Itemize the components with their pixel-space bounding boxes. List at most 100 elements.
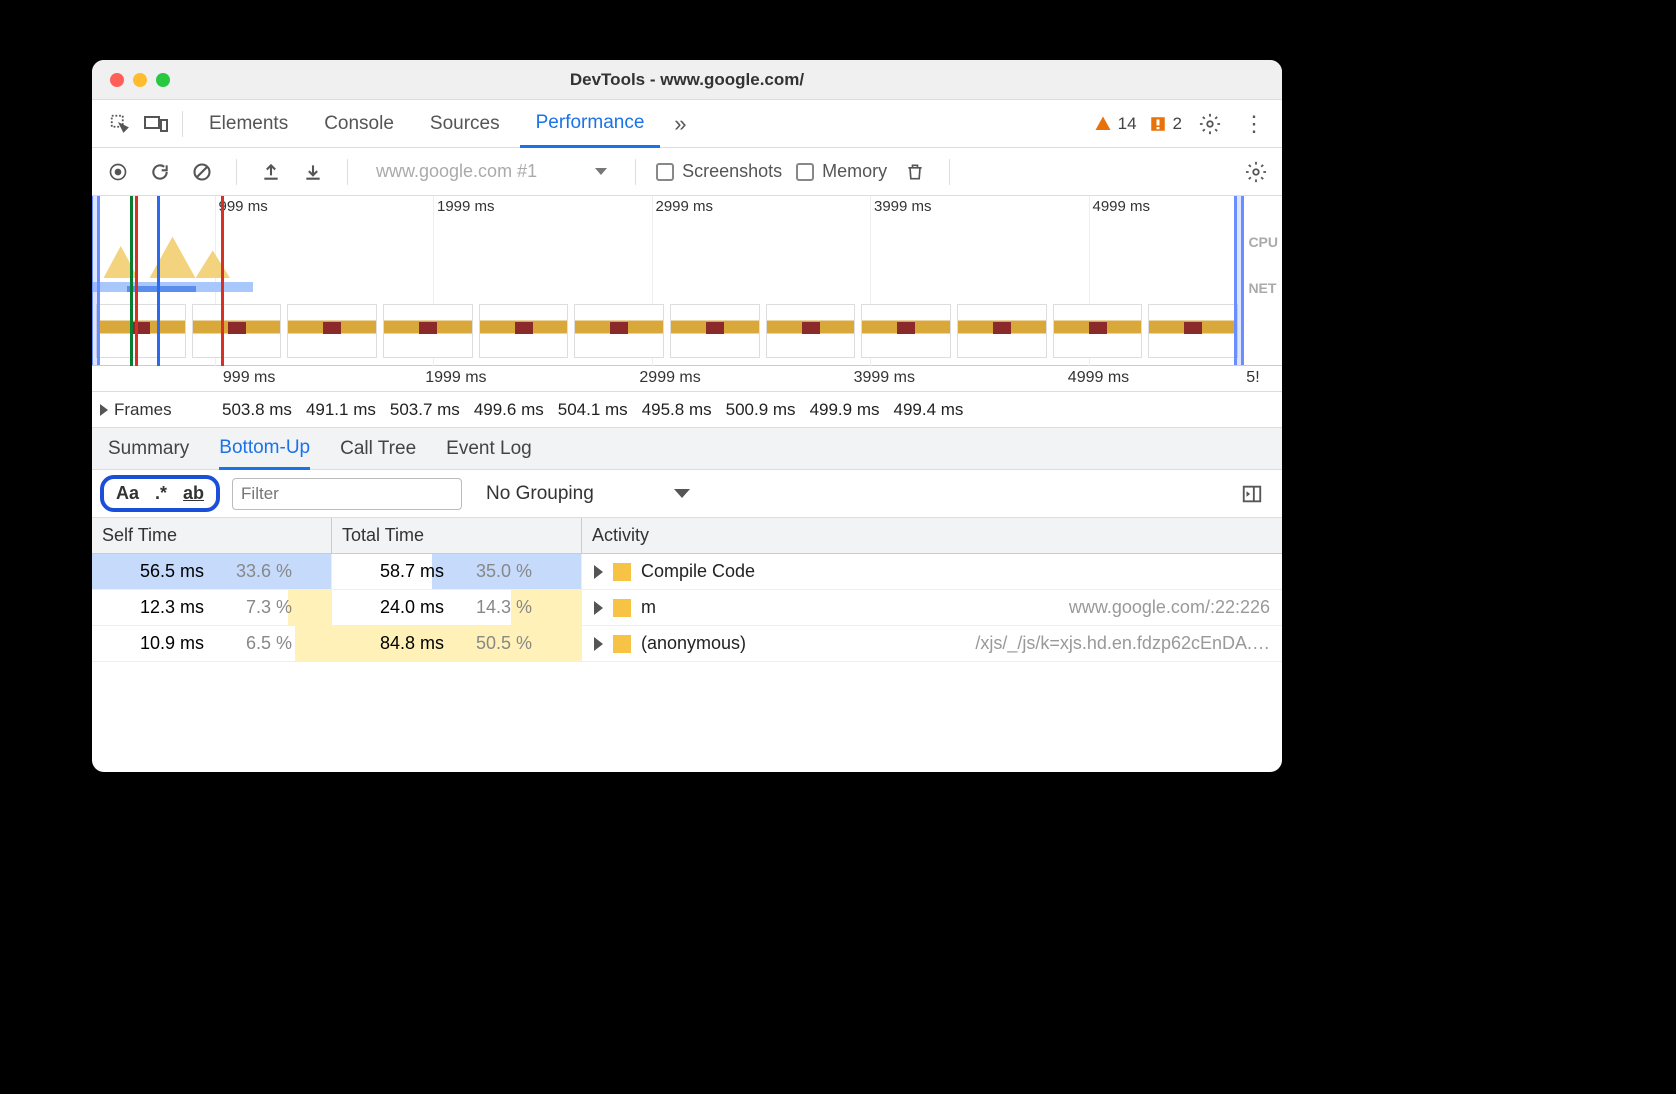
- screenshot-thumb[interactable]: [1148, 304, 1238, 358]
- minimize-window-button[interactable]: [133, 73, 147, 87]
- screenshot-thumb[interactable]: [1053, 304, 1143, 358]
- zoom-window-button[interactable]: [156, 73, 170, 87]
- screenshot-thumb[interactable]: [479, 304, 569, 358]
- tab-console[interactable]: Console: [308, 100, 410, 147]
- inspect-element-icon[interactable]: [104, 108, 136, 140]
- clear-button[interactable]: [188, 158, 216, 186]
- range-handle-start[interactable]: [92, 196, 100, 365]
- activity-name: (anonymous): [641, 633, 746, 654]
- table-row[interactable]: 56.5 ms33.6 %58.7 ms35.0 %Compile Code: [92, 554, 1282, 590]
- divider: [949, 159, 950, 185]
- warnings-badge[interactable]: 14: [1094, 114, 1137, 134]
- timing-marker: [157, 196, 160, 366]
- frames-label: Frames: [114, 400, 172, 420]
- divider: [182, 111, 183, 137]
- overview-lane-labels: CPU NET: [1248, 234, 1278, 296]
- checkbox-icon: [656, 163, 674, 181]
- tick: 4999 ms: [1068, 369, 1129, 387]
- garbage-collect-icon[interactable]: [901, 158, 929, 186]
- detail-ruler[interactable]: 999 ms 1999 ms 2999 ms 3999 ms 4999 ms 5…: [92, 366, 1282, 392]
- screenshot-thumb[interactable]: [670, 304, 760, 358]
- subtab-summary[interactable]: Summary: [108, 428, 189, 469]
- window-title: DevTools - www.google.com/: [92, 70, 1282, 90]
- settings-gear-icon[interactable]: [1194, 108, 1226, 140]
- subtab-bottom-up[interactable]: Bottom-Up: [219, 429, 310, 470]
- recording-selector[interactable]: www.google.com #1: [368, 161, 615, 182]
- tick: 3999 ms: [874, 198, 932, 215]
- net-lane: [92, 280, 1242, 292]
- col-self-time[interactable]: Self Time: [92, 518, 332, 553]
- frames-track[interactable]: Frames 503.8 ms 491.1 ms 503.7 ms 499.6 …: [92, 392, 1282, 428]
- whole-word-toggle[interactable]: ab: [183, 483, 204, 504]
- subtab-call-tree[interactable]: Call Tree: [340, 428, 416, 469]
- screenshots-checkbox[interactable]: Screenshots: [656, 161, 782, 182]
- reload-record-button[interactable]: [146, 158, 174, 186]
- issue-icon: [1149, 115, 1167, 133]
- capture-settings-gear-icon[interactable]: [1242, 158, 1270, 186]
- activity-source[interactable]: www.google.com/:22:226: [1069, 597, 1270, 618]
- memory-checkbox[interactable]: Memory: [796, 161, 887, 182]
- screenshot-thumb[interactable]: [287, 304, 377, 358]
- divider: [635, 159, 636, 185]
- activity-cell: mwww.google.com/:22:226: [582, 590, 1282, 625]
- overview-ticks: 999 ms 1999 ms 2999 ms 3999 ms 4999 ms: [92, 196, 1242, 216]
- screenshot-thumb[interactable]: [574, 304, 664, 358]
- match-case-toggle[interactable]: Aa: [116, 483, 139, 504]
- regex-toggle[interactable]: .*: [155, 483, 167, 504]
- col-total-time[interactable]: Total Time: [332, 518, 582, 553]
- tick: 3999 ms: [854, 369, 915, 387]
- screenshot-thumb[interactable]: [96, 304, 186, 358]
- toggle-details-pane-icon[interactable]: [1238, 480, 1266, 508]
- frame-duration: 499.4 ms: [894, 400, 964, 420]
- screenshot-thumb[interactable]: [861, 304, 951, 358]
- close-window-button[interactable]: [110, 73, 124, 87]
- activity-color-swatch: [613, 635, 631, 653]
- col-activity[interactable]: Activity: [582, 518, 1282, 553]
- download-profile-button[interactable]: [299, 158, 327, 186]
- checkbox-icon: [796, 163, 814, 181]
- total-ms: 24.0 ms: [332, 597, 452, 618]
- screenshot-thumb[interactable]: [192, 304, 282, 358]
- expand-triangle-icon[interactable]: [594, 565, 603, 579]
- overview-timeline[interactable]: 999 ms 1999 ms 2999 ms 3999 ms 4999 ms C…: [92, 196, 1282, 366]
- expand-triangle-icon[interactable]: [594, 601, 603, 615]
- tab-sources[interactable]: Sources: [414, 100, 516, 147]
- expand-triangle-icon[interactable]: [594, 637, 603, 651]
- device-toggle-icon[interactable]: [140, 108, 172, 140]
- more-tabs-icon[interactable]: »: [664, 108, 696, 140]
- activity-cell: (anonymous) /xjs/_/js/k=xjs.hd.en.fdzp62c…: [582, 626, 1282, 661]
- tab-elements[interactable]: Elements: [193, 100, 304, 147]
- more-menu-icon[interactable]: ⋮: [1238, 108, 1270, 140]
- total-time-cell: 84.8 ms50.5 %: [332, 626, 582, 661]
- activity-name: Compile Code: [641, 561, 755, 582]
- filmstrip: [92, 302, 1242, 360]
- frame-duration: 504.1 ms: [558, 400, 628, 420]
- screenshot-thumb[interactable]: [766, 304, 856, 358]
- tick: 999 ms: [219, 198, 268, 215]
- activity-cell: Compile Code: [582, 554, 1282, 589]
- activity-color-swatch: [613, 599, 631, 617]
- screenshot-thumb[interactable]: [383, 304, 473, 358]
- table-row[interactable]: 12.3 ms7.3 %24.0 ms14.3 %mwww.google.com…: [92, 590, 1282, 626]
- tab-performance[interactable]: Performance: [520, 101, 661, 148]
- cpu-label: CPU: [1248, 234, 1278, 250]
- frames-track-header[interactable]: Frames: [92, 400, 222, 420]
- timing-marker: [135, 196, 138, 366]
- warnings-count: 14: [1118, 114, 1137, 134]
- tick: 1999 ms: [437, 198, 495, 215]
- subtab-event-log[interactable]: Event Log: [446, 428, 532, 469]
- filter-input[interactable]: [232, 478, 462, 510]
- activity-source[interactable]: /xjs/_/js/k=xjs.hd.en.fdzp62cEnDA.…: [975, 633, 1270, 654]
- frame-duration: 503.8 ms: [222, 400, 292, 420]
- record-button[interactable]: [104, 158, 132, 186]
- grouping-select[interactable]: No Grouping: [486, 483, 690, 505]
- filter-options-highlight: Aa .* ab: [100, 475, 220, 512]
- table-row[interactable]: 10.9 ms6.5 %84.8 ms50.5 %(anonymous)/xjs…: [92, 626, 1282, 662]
- perf-toolbar: www.google.com #1 Screenshots Memory: [92, 148, 1282, 196]
- upload-profile-button[interactable]: [257, 158, 285, 186]
- issues-badge[interactable]: 2: [1149, 114, 1182, 134]
- issues-count: 2: [1173, 114, 1182, 134]
- range-handle-end[interactable]: [1234, 196, 1244, 365]
- screenshot-thumb[interactable]: [957, 304, 1047, 358]
- devtools-window: DevTools - www.google.com/ Elements Cons…: [92, 60, 1282, 772]
